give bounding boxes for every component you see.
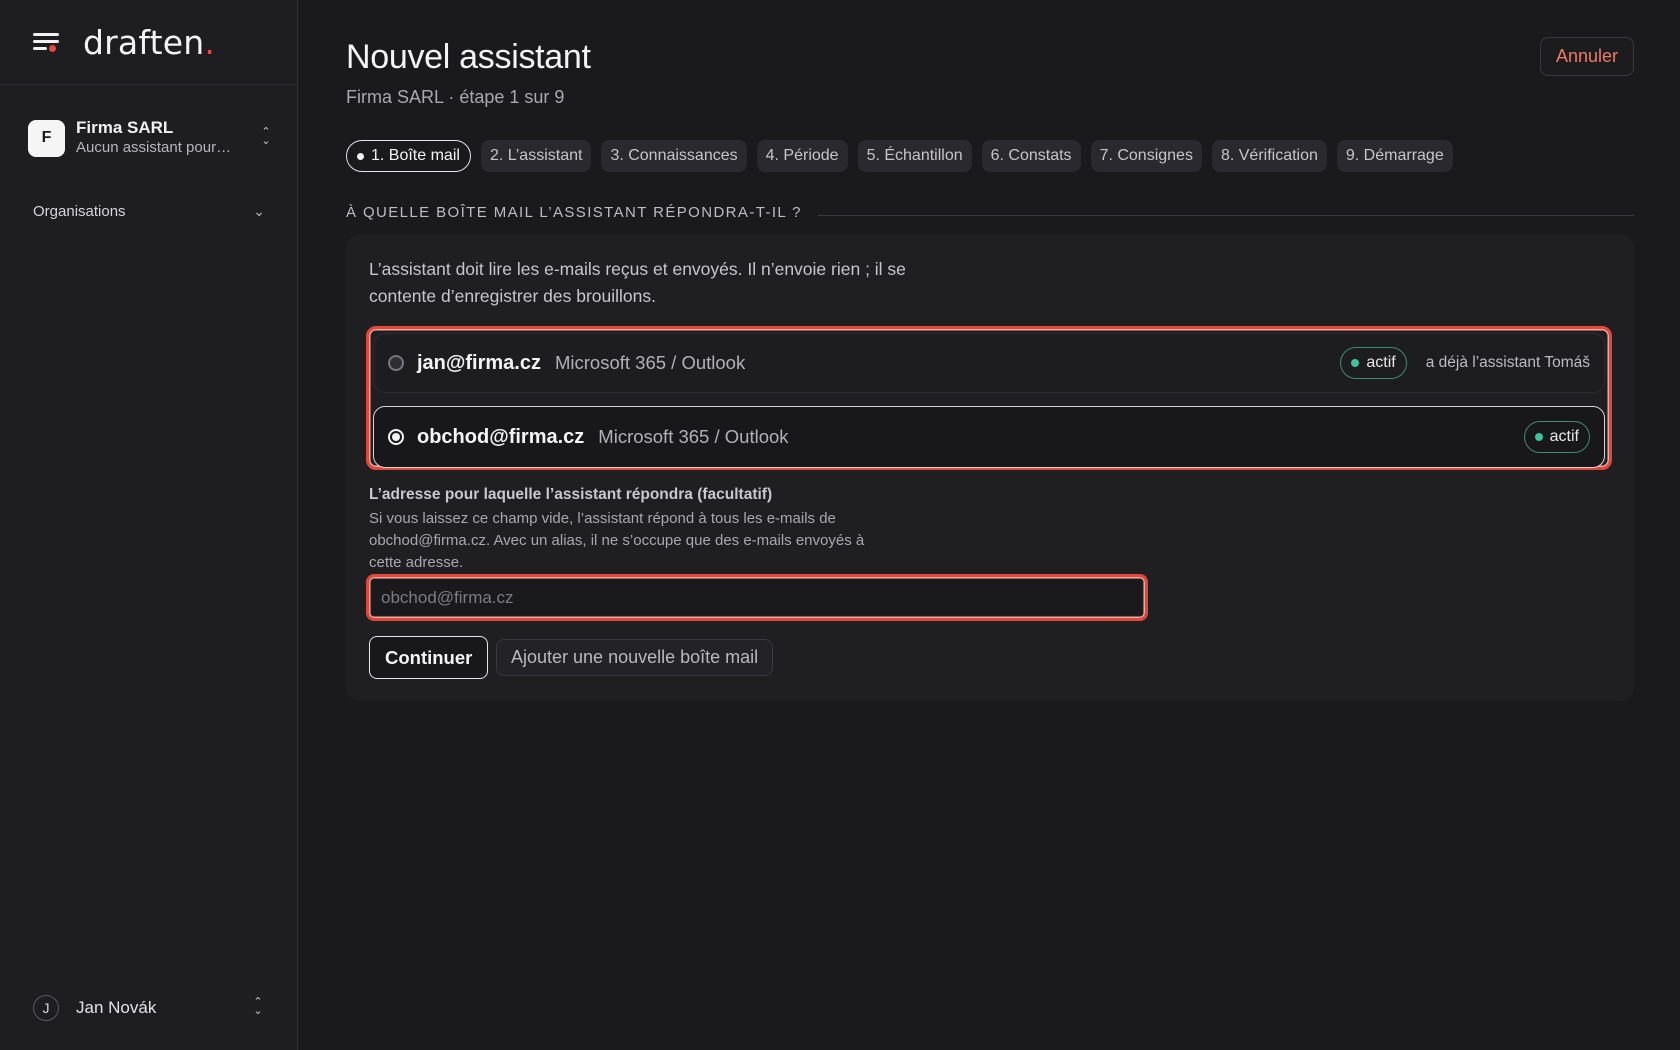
status-badge: actif	[1340, 347, 1407, 379]
mailbox-option[interactable]: jan@firma.cz Microsoft 365 / Outlook act…	[373, 333, 1605, 393]
organisations-label: Organisations	[33, 202, 126, 220]
alias-help-text: Si vous laissez ce champ vide, l’assista…	[369, 510, 865, 571]
step-findings[interactable]: 6. Constats	[981, 140, 1081, 172]
section-header: À QUELLE BOÎTE MAIL L’ASSISTANT RÉPONDRA…	[346, 204, 1634, 221]
cancel-button[interactable]: Annuler	[1539, 37, 1634, 76]
user-menu[interactable]: J Jan Novák ⌃ ⌄	[33, 994, 265, 1022]
alias-input[interactable]	[372, 580, 1142, 615]
add-mailbox-button[interactable]: Ajouter une nouvelle boîte mail	[496, 639, 774, 676]
step-sample[interactable]: 5. Échantillon	[857, 140, 972, 172]
step-assistant[interactable]: 2. L’assistant	[480, 140, 592, 172]
step-launch[interactable]: 9. Démarrage	[1336, 140, 1453, 172]
org-name: Firma SARL	[76, 118, 174, 137]
mailbox-provider: Microsoft 365 / Outlook	[554, 352, 746, 373]
mailbox-provider: Microsoft 365 / Outlook	[598, 426, 789, 447]
mailbox-option-selected[interactable]: obchod@firma.cz Microsoft 365 / Outlook …	[373, 406, 1605, 468]
sidebar: draften. F Firma SARL Aucun assistant po…	[0, 0, 298, 1050]
mailbox-panel: L’assistant doit lire les e-mails reçus …	[346, 234, 1634, 701]
organisations-toggle[interactable]: Organisations ⌄	[33, 200, 265, 222]
step-instructions[interactable]: 7. Consignes	[1090, 140, 1202, 172]
menu-icon[interactable]	[33, 31, 59, 53]
step-mailbox[interactable]: 1. Boîte mail	[346, 140, 471, 172]
step-verification[interactable]: 8. Vérification	[1211, 140, 1327, 172]
app-logo[interactable]: draften.	[83, 23, 215, 62]
section-divider	[817, 215, 1634, 216]
chevrons-up-down-icon: ⌃ ⌄	[261, 126, 271, 147]
mailbox-options: jan@firma.cz Microsoft 365 / Outlook act…	[366, 326, 1612, 470]
org-avatar: F	[28, 119, 65, 157]
status-badge: actif	[1523, 421, 1590, 453]
page-title: Nouvel assistant	[346, 38, 591, 76]
chevron-down-icon: ⌄	[253, 202, 265, 219]
active-step-dot-icon	[357, 152, 364, 160]
section-title: À QUELLE BOÎTE MAIL L’ASSISTANT RÉPONDRA…	[346, 204, 802, 221]
step-period[interactable]: 4. Période	[756, 140, 848, 172]
user-name: Jan Novák	[76, 998, 157, 1017]
radio-button[interactable]	[388, 355, 404, 371]
org-switcher[interactable]: F Firma SARL Aucun assistant pour… ⌃ ⌄	[28, 116, 273, 160]
chevrons-up-down-icon: ⌃ ⌄	[253, 996, 263, 1017]
mailbox-note: a déjà l’assistant Tomáš	[1425, 354, 1590, 371]
status-dot-icon	[1351, 359, 1360, 367]
sidebar-header: draften.	[0, 0, 297, 85]
radio-button-selected[interactable]	[388, 429, 404, 445]
page-subtitle: Firma SARL · étape 1 sur 9	[346, 87, 565, 107]
mailbox-email: jan@firma.cz	[417, 351, 541, 374]
mailbox-email: obchod@firma.cz	[417, 425, 585, 448]
wizard-steps: 1. Boîte mail 2. L’assistant 3. Connaiss…	[346, 140, 1453, 172]
step-knowledge[interactable]: 3. Connaissances	[601, 140, 747, 172]
org-subtitle: Aucun assistant pour…	[76, 139, 232, 156]
alias-input-frame	[366, 574, 1148, 621]
panel-intro: L’assistant doit lire les e-mails reçus …	[369, 259, 906, 306]
alias-label: L’adresse pour laquelle l’assistant répo…	[369, 486, 773, 503]
continue-button[interactable]: Continuer	[369, 636, 489, 679]
status-dot-icon	[1534, 433, 1543, 441]
user-avatar: J	[33, 995, 59, 1021]
